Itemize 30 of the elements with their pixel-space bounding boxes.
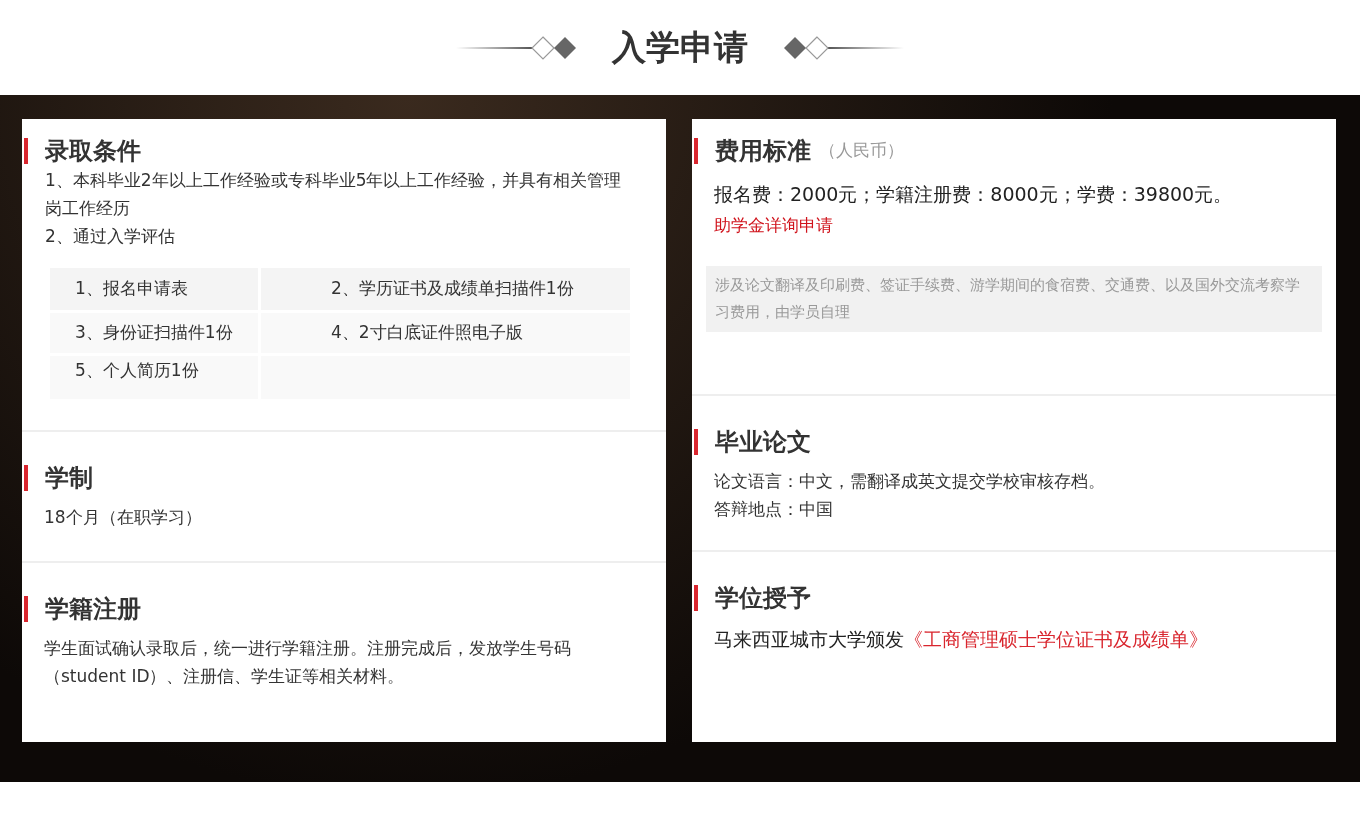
table-cell: 4、2寸白底证件照电子版 — [261, 313, 630, 353]
note-text: 涉及论文翻译及印刷费、签证手续费、游学期间的食宿费、交通费、以及国外交流考察学习费用，由学员自理 — [715, 275, 1301, 323]
scholarship-link[interactable]: 助学金详询申请 — [714, 212, 833, 238]
requirement-text: 1、本科毕业2年以上工作经验或专科毕业5年以上工作经验，并具有相关管理岗工作经历 — [45, 169, 623, 220]
accent-bar — [24, 596, 28, 622]
section-title: 学位授予 — [715, 583, 811, 614]
section-text: 论文语言：中文，需翻译成英文提交学校审核存档。 — [714, 470, 1106, 493]
section-text: 学生面试确认录取后，统一进行学籍注册。注册完成后，发放学生号码（student ID）、注册信、学生证等相关材料。 — [44, 637, 572, 688]
table-cell: 3、身份证扫描件1份 — [50, 313, 258, 353]
section-title: 费用标准 — [715, 136, 811, 167]
certificate-link[interactable]: 《工商管理硕士学位证书及成绩单》 — [904, 628, 1208, 650]
section-title: 学制 — [45, 463, 93, 494]
table-cell: 2、学历证书及成绩单扫描件1份 — [261, 268, 630, 310]
accent-bar — [694, 585, 698, 611]
requirement-text: 2、通过入学评估 — [45, 225, 176, 248]
page-title: 入学申请 — [612, 26, 748, 69]
section-title: 毕业论文 — [715, 427, 811, 458]
accent-bar — [24, 138, 28, 164]
section-title: 录取条件 — [45, 136, 141, 167]
award-text: 马来西亚城市大学颁发《工商管理硕士学位证书及成绩单》 — [713, 627, 1209, 652]
accent-bar — [694, 429, 698, 455]
table-cell: 5、个人简历1份 — [50, 356, 258, 399]
section-title: 学籍注册 — [45, 594, 141, 625]
section-subtitle: （人民币） — [819, 139, 904, 163]
table-cell: 1、报名申请表 — [50, 268, 258, 310]
fee-text: 报名费：2000元；学籍注册费：8000元；学费：39800元。 — [714, 182, 1234, 207]
accent-bar — [694, 138, 698, 164]
accent-bar — [24, 465, 28, 491]
section-text: 18个月（在职学习） — [44, 506, 203, 529]
section-text: 答辩地点：中国 — [714, 498, 834, 521]
